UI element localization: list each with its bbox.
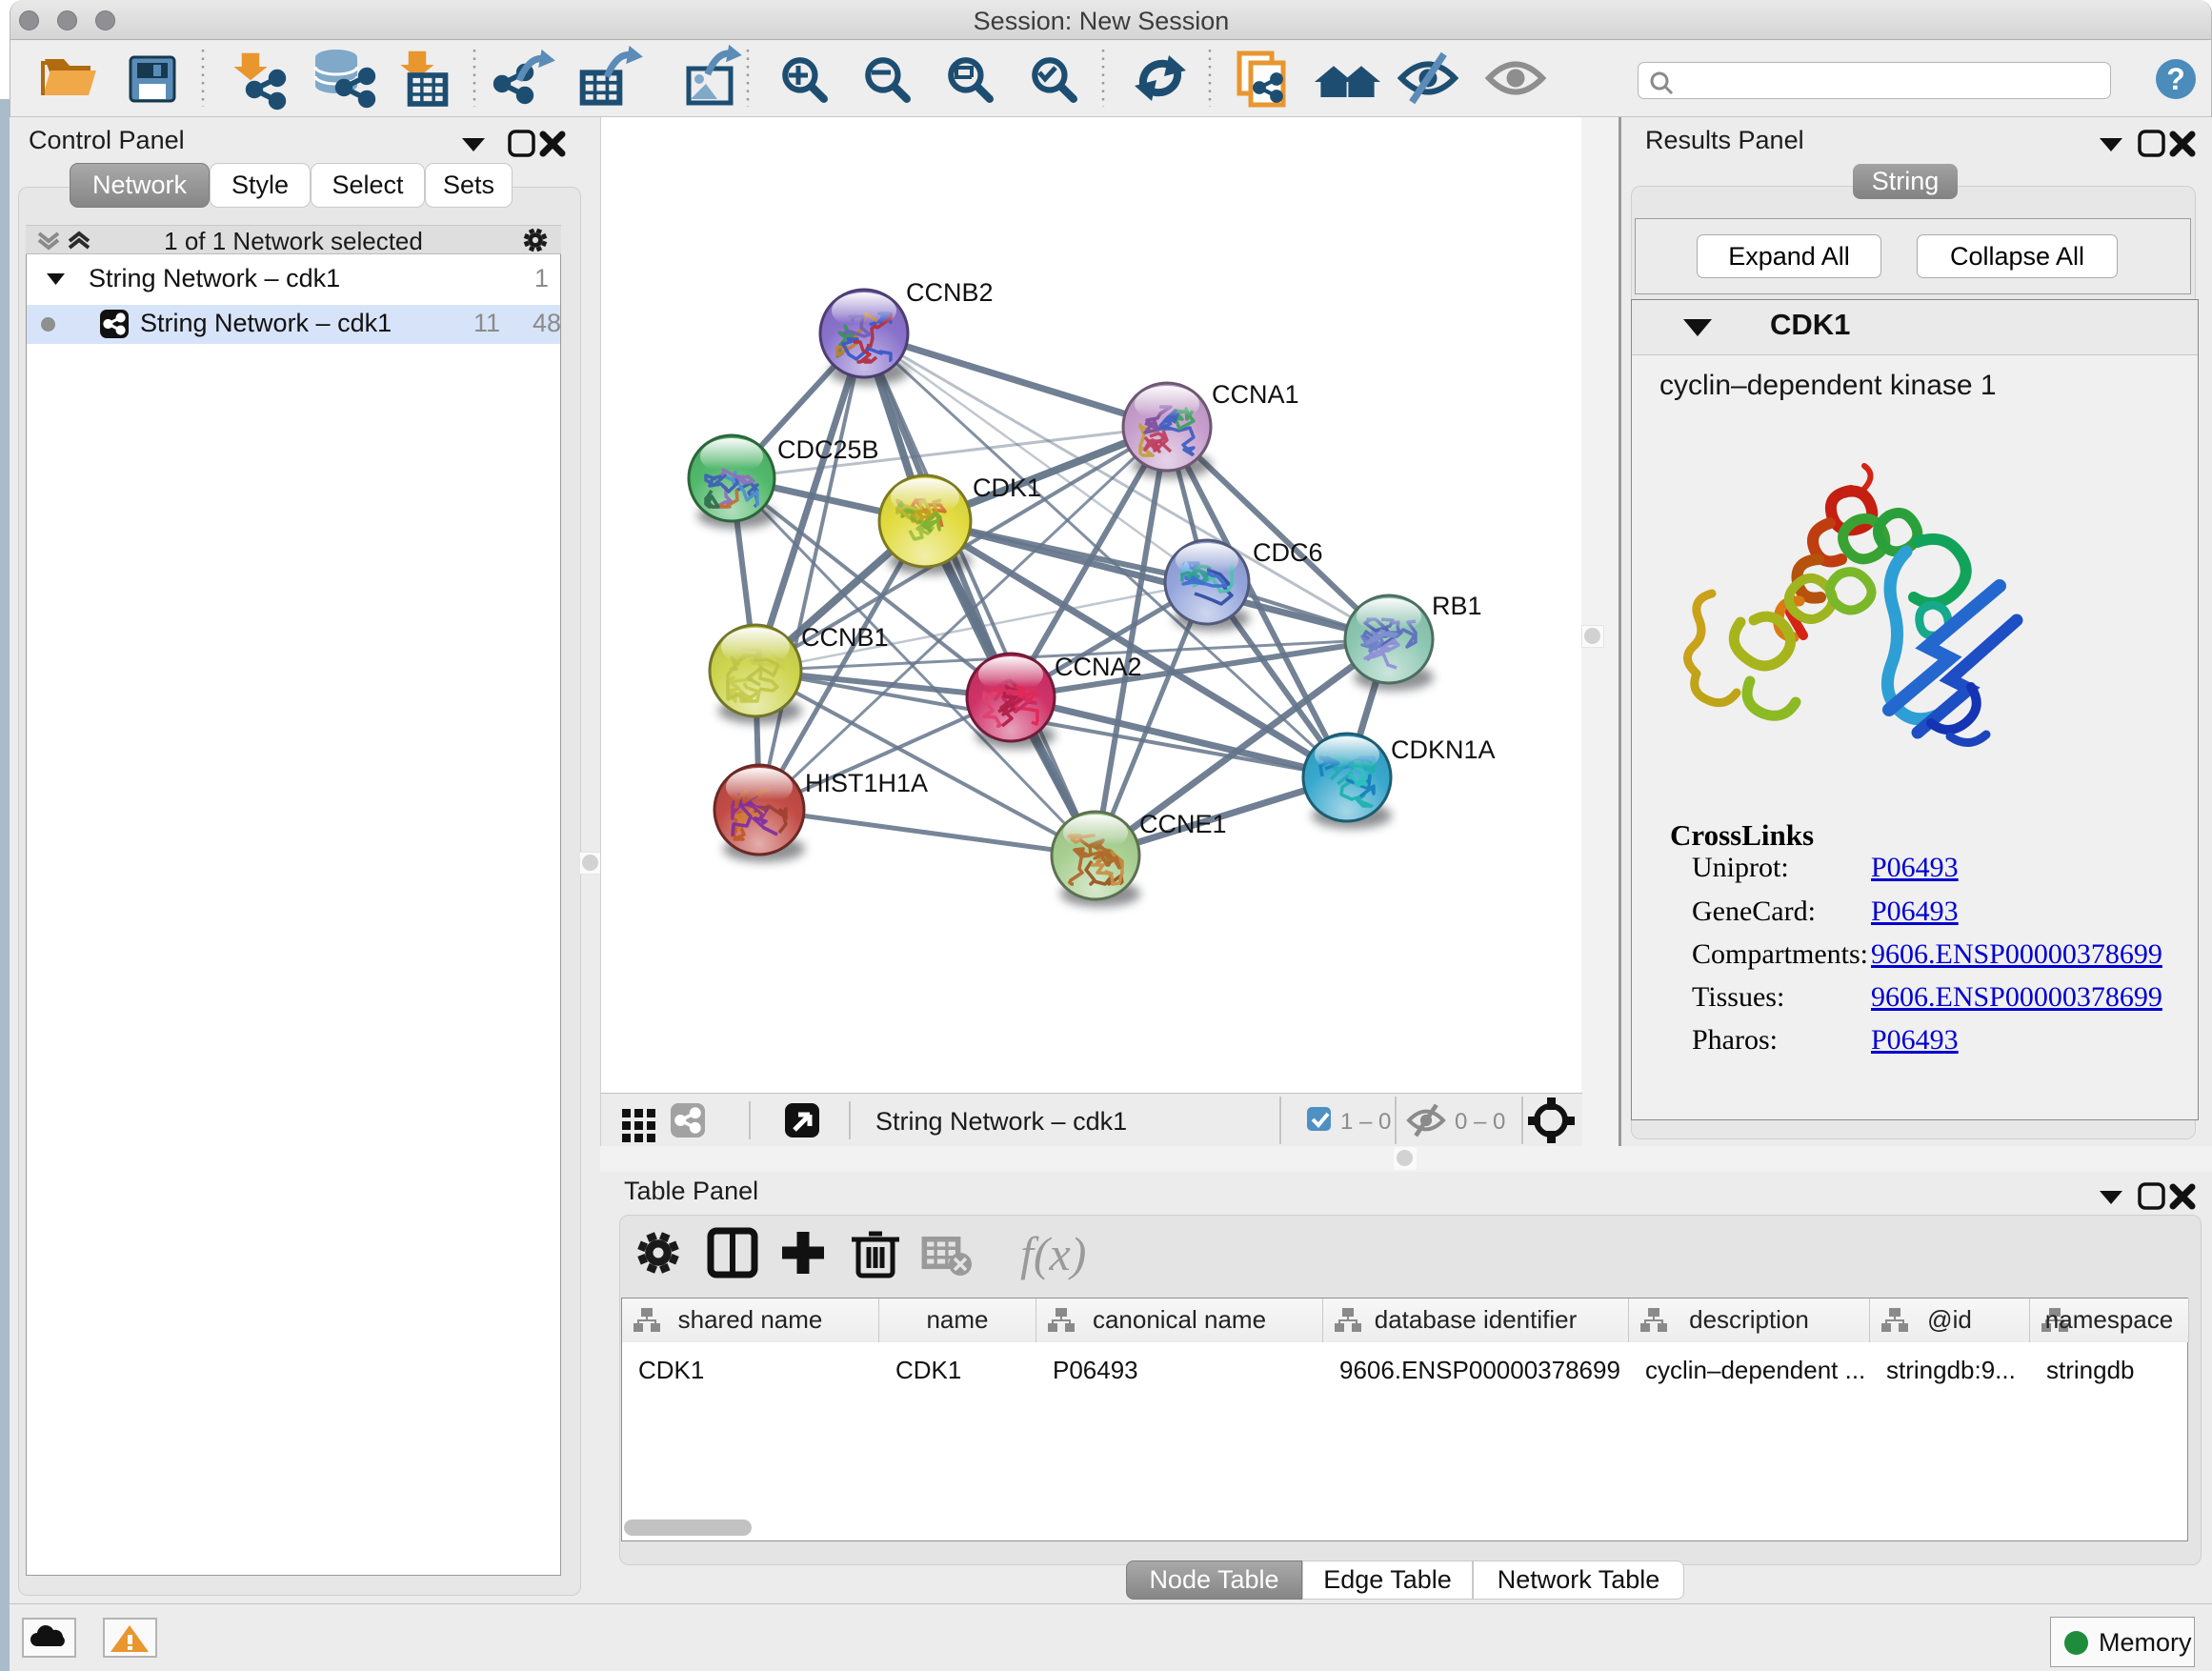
svg-text:CCNB2: CCNB2 xyxy=(906,278,994,307)
svg-text:CDC6: CDC6 xyxy=(1253,538,1323,567)
svg-text:CDK1: CDK1 xyxy=(973,473,1041,502)
svg-text:RB1: RB1 xyxy=(1432,592,1482,620)
svg-text:CDKN1A: CDKN1A xyxy=(1391,735,1496,764)
svg-text:f(x): f(x) xyxy=(1020,1227,1086,1280)
svg-text:CCNA1: CCNA1 xyxy=(1212,380,1299,409)
svg-text:0 – 0: 0 – 0 xyxy=(1455,1109,1505,1135)
svg-text:String Network – cdk1: String Network – cdk1 xyxy=(875,1107,1127,1136)
svg-text:CCNB1: CCNB1 xyxy=(801,623,889,652)
svg-text:CCNA2: CCNA2 xyxy=(1055,653,1142,681)
svg-text:1 – 0: 1 – 0 xyxy=(1340,1109,1391,1135)
svg-text:CDC25B: CDC25B xyxy=(777,435,879,464)
svg-text:CCNE1: CCNE1 xyxy=(1139,810,1227,838)
svg-text:HIST1H1A: HIST1H1A xyxy=(805,769,928,797)
